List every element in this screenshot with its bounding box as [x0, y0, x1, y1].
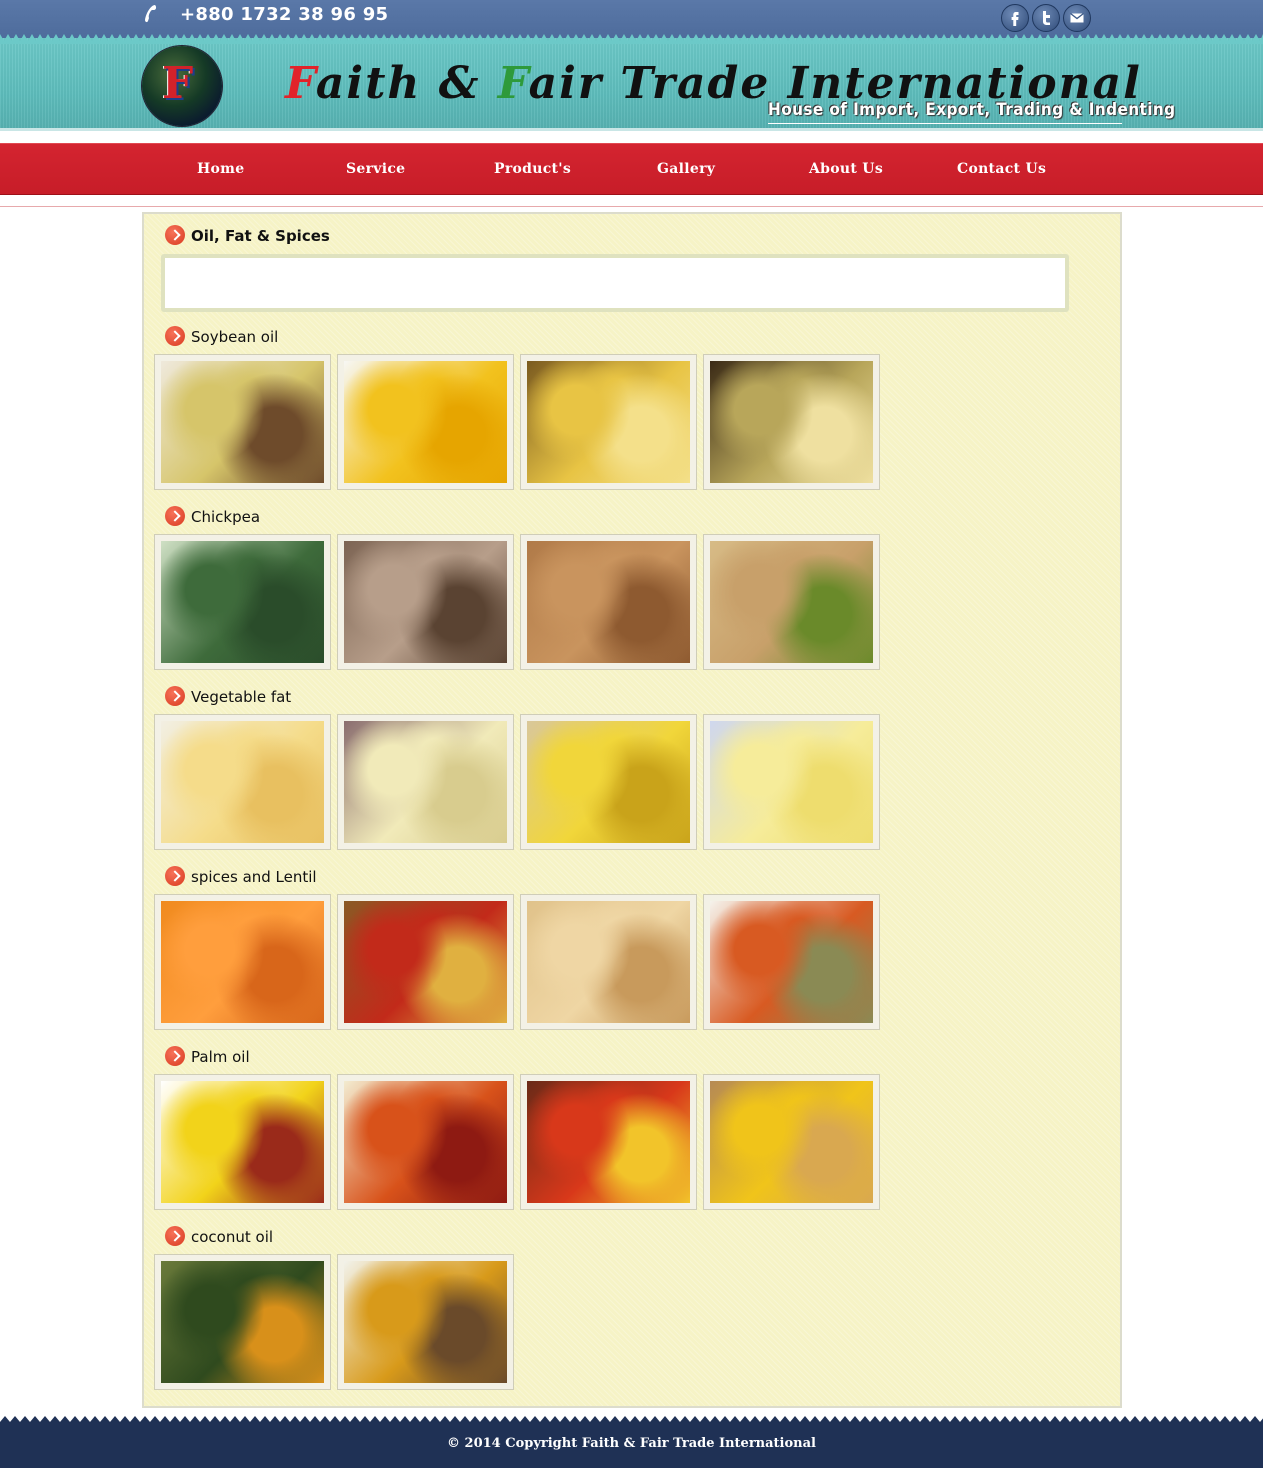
phone-icon	[145, 5, 157, 23]
product-thumbnail[interactable]	[337, 354, 514, 490]
footer-copyright: © 2014 Copyright Faith & Fair Trade Inte…	[447, 1436, 816, 1451]
chickpea-plant-photo	[161, 541, 324, 663]
vegetable-fat-spread-photo	[344, 721, 507, 843]
section-title: Chickpea	[191, 508, 261, 526]
soybean-beaker-photo	[710, 361, 873, 483]
section-title: spices and Lentil	[191, 868, 317, 886]
nav-bottom-rule	[0, 206, 1263, 207]
product-thumbnail[interactable]	[154, 1254, 331, 1390]
chickpea-hands-photo	[710, 541, 873, 663]
product-thumbnail[interactable]	[520, 894, 697, 1030]
header-zigzag-edge	[0, 34, 1263, 44]
product-thumbnail[interactable]	[154, 354, 331, 490]
section-title: Vegetable fat	[191, 688, 292, 706]
vegetable-fat-knife-photo	[161, 721, 324, 843]
arrow-bullet-icon	[165, 326, 185, 346]
chickpea-dried-photo	[344, 541, 507, 663]
nav-products[interactable]: Product's	[494, 161, 571, 177]
arrow-bullet-icon	[165, 686, 185, 706]
product-thumbnail[interactable]	[703, 714, 880, 850]
mixed-lentils-photo	[710, 901, 873, 1023]
content-panel: Oil, Fat & Spices Soybean oil Chickpea Veg…	[142, 212, 1122, 1408]
palm-oil-crate-photo	[710, 1081, 873, 1203]
palm-fruit-bunch-photo	[527, 1081, 690, 1203]
main-navigation: Home Service Product's Gallery About Us …	[0, 143, 1263, 195]
palm-oil-bottle-photo	[161, 1081, 324, 1203]
spice-bowls-photo	[344, 901, 507, 1023]
product-thumbnail[interactable]	[154, 1074, 331, 1210]
split-pea-photo	[527, 901, 690, 1023]
arrow-bullet-icon	[165, 1046, 185, 1066]
arrow-bullet-icon	[165, 1226, 185, 1246]
coconut-oil-jar-photo	[344, 1261, 507, 1383]
product-thumbnail[interactable]	[703, 894, 880, 1030]
nav-contact-us[interactable]: Contact Us	[957, 161, 1046, 177]
soybean-oil-bottles-photo	[161, 361, 324, 483]
product-thumbnail[interactable]	[337, 534, 514, 670]
coconut-tree-photo	[161, 1261, 324, 1383]
arrow-bullet-icon	[165, 866, 185, 886]
product-thumbnail[interactable]	[337, 1074, 514, 1210]
product-thumbnail[interactable]	[154, 714, 331, 850]
product-thumbnail[interactable]	[520, 1074, 697, 1210]
mail-icon[interactable]	[1063, 4, 1091, 32]
red-lentil-photo	[161, 901, 324, 1023]
nav-gallery[interactable]: Gallery	[657, 161, 715, 177]
nav-service[interactable]: Service	[346, 161, 405, 177]
section-title: coconut oil	[191, 1228, 274, 1246]
nav-about-us[interactable]: About Us	[809, 161, 883, 177]
section-title: Palm oil	[191, 1048, 250, 1066]
soybean-oil-bottle-photo	[344, 361, 507, 483]
product-thumbnail[interactable]	[154, 894, 331, 1030]
globe-logo-icon[interactable]: F	[142, 46, 222, 126]
phone-number: +880 1732 38 96 95	[180, 4, 389, 25]
brand-tagline: House of Import, Export, Trading & Inden…	[768, 100, 1176, 120]
tagline-underline	[768, 123, 1122, 124]
palm-fruit-photo	[344, 1081, 507, 1203]
section-title: Soybean oil	[191, 328, 279, 346]
facebook-icon[interactable]	[1001, 4, 1029, 32]
arrow-bullet-icon	[165, 225, 185, 245]
product-thumbnail[interactable]	[520, 534, 697, 670]
arrow-bullet-icon	[165, 506, 185, 526]
product-thumbnail[interactable]	[703, 354, 880, 490]
product-thumbnail[interactable]	[337, 714, 514, 850]
chickpea-pile-photo	[527, 541, 690, 663]
vegetable-fat-block-photo	[527, 721, 690, 843]
product-thumbnail[interactable]	[154, 534, 331, 670]
soybean-oil-row-photo	[527, 361, 690, 483]
nav-home[interactable]: Home	[197, 161, 245, 177]
vegetable-fat-curls-photo	[710, 721, 873, 843]
product-thumbnail[interactable]	[337, 1254, 514, 1390]
product-thumbnail[interactable]	[703, 1074, 880, 1210]
product-thumbnail[interactable]	[520, 714, 697, 850]
product-thumbnail[interactable]	[520, 354, 697, 490]
header-bottom-rule	[0, 128, 1263, 131]
product-thumbnail[interactable]	[337, 894, 514, 1030]
twitter-icon[interactable]	[1032, 4, 1060, 32]
intro-text-box	[161, 254, 1069, 312]
footer-zigzag-edge	[0, 1416, 1263, 1428]
page-heading: Oil, Fat & Spices	[191, 227, 330, 245]
product-thumbnail[interactable]	[703, 534, 880, 670]
logo-letters: F	[162, 58, 194, 109]
